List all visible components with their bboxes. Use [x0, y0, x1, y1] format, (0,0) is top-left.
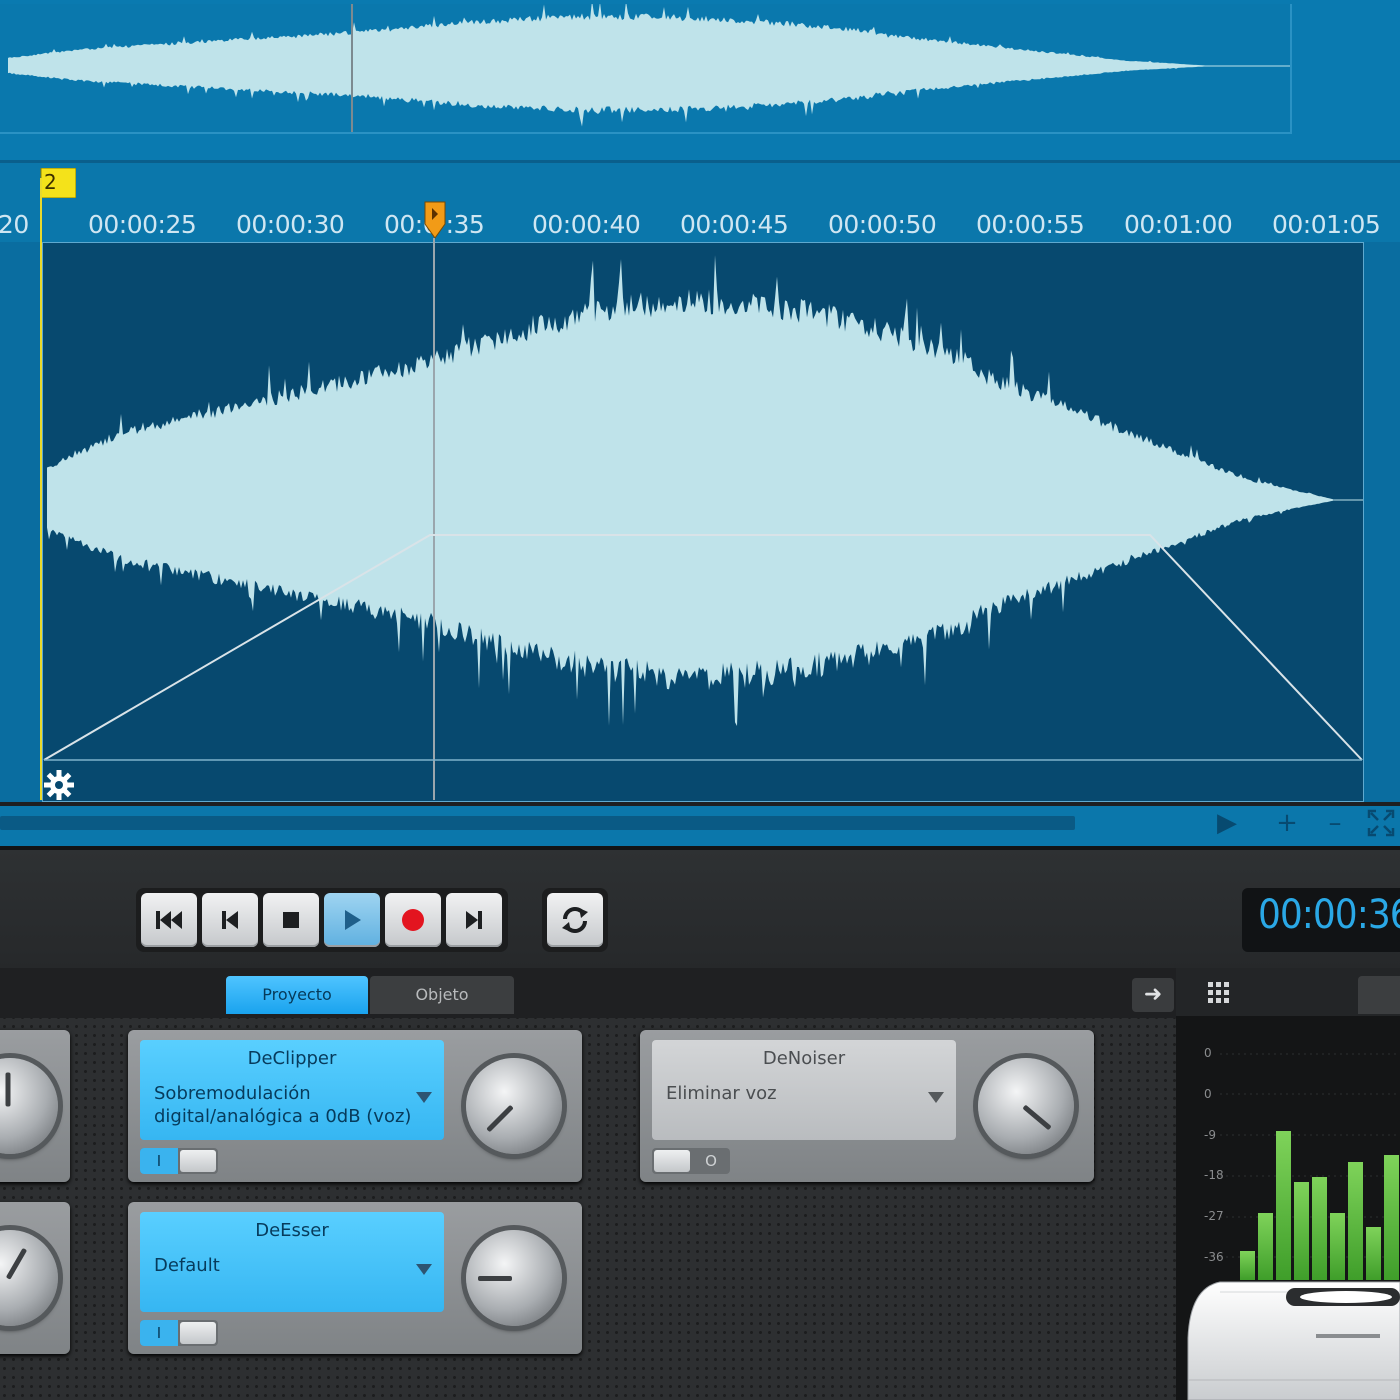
effect-declipper: DeClipper Sobremodulación digital/analóg…	[128, 1030, 582, 1182]
play-icon	[345, 910, 361, 930]
dropdown-arrow-icon	[416, 1264, 432, 1275]
meter-bar	[1276, 1131, 1291, 1280]
effect-preset: Eliminar voz	[666, 1083, 777, 1104]
tab-proyecto[interactable]: Proyecto	[226, 976, 368, 1014]
toggle-on-label: I	[140, 1320, 178, 1346]
meter-scale-label: -27	[1204, 1209, 1224, 1223]
meter-tab[interactable]	[1358, 976, 1400, 1014]
toggle-knob	[180, 1150, 216, 1172]
skip-to-start-button[interactable]	[141, 893, 197, 947]
meter-bar	[1330, 1213, 1345, 1280]
effect-slot-partial	[0, 1030, 70, 1182]
effect-deesser: DeEsser Default I	[128, 1202, 582, 1354]
play-preview-icon[interactable]: ▶	[1212, 808, 1242, 838]
meter-scale-label: -9	[1204, 1128, 1216, 1142]
effects-tab-bar	[0, 968, 1176, 1018]
effect-preset: Default	[154, 1255, 220, 1276]
effect-preset-selector[interactable]: DeClipper Sobremodulación digital/analóg…	[140, 1040, 444, 1140]
previous-marker-icon	[222, 911, 238, 929]
loop-icon	[562, 907, 588, 933]
stop-icon	[283, 912, 299, 928]
meter-scale-label: 0	[1204, 1046, 1212, 1060]
effect-knob[interactable]	[466, 1058, 562, 1154]
meter-bar	[1348, 1162, 1363, 1280]
effect-toggle[interactable]: O	[652, 1148, 730, 1174]
previous-marker-button[interactable]	[202, 893, 258, 947]
effect-toggle[interactable]: I	[140, 1148, 218, 1174]
skip-to-start-icon	[156, 911, 182, 929]
zoom-in-icon[interactable]: +	[1272, 808, 1302, 838]
toggle-off-label: O	[705, 1152, 717, 1170]
meter-scale-label: 0	[1204, 1087, 1212, 1101]
meter-bar	[1312, 1177, 1327, 1280]
fit-to-window-icon[interactable]	[1366, 808, 1396, 838]
effect-knob[interactable]	[0, 1230, 58, 1326]
toggle-on-label: I	[140, 1148, 178, 1174]
tab-objeto[interactable]: Objeto	[370, 976, 514, 1014]
effect-preset-selector[interactable]: DeNoiser Eliminar voz	[652, 1040, 956, 1140]
usb-device-image	[1187, 1281, 1400, 1400]
effect-title: DeClipper	[247, 1048, 337, 1069]
meter-bar	[1384, 1155, 1399, 1280]
effect-toggle[interactable]: I	[140, 1320, 218, 1346]
meter-bar	[1366, 1227, 1381, 1280]
meter-bar	[1258, 1213, 1273, 1280]
effect-title: DeNoiser	[762, 1048, 846, 1069]
horizontal-scrollbar-thumb[interactable]	[0, 816, 1075, 830]
meter-bar	[1240, 1251, 1255, 1280]
dropdown-arrow-icon	[416, 1092, 432, 1103]
record-icon	[402, 909, 424, 931]
effect-preset: Sobremodulación digital/analógica a 0dB …	[154, 1083, 412, 1127]
stop-button[interactable]	[263, 893, 319, 947]
effect-slot-partial	[0, 1202, 70, 1354]
gear-icon[interactable]	[42, 768, 76, 802]
meter-scale-label: -18	[1204, 1168, 1224, 1182]
grid-icon[interactable]	[1206, 980, 1232, 1006]
effect-preset-selector[interactable]: DeEsser Default	[140, 1212, 444, 1312]
effect-knob[interactable]	[466, 1230, 562, 1326]
effect-denoiser: DeNoiser Eliminar voz O	[640, 1030, 1094, 1182]
arrow-right-icon[interactable]: ➜	[1132, 978, 1174, 1012]
toggle-knob	[654, 1150, 690, 1172]
toggle-knob	[180, 1322, 216, 1344]
record-button[interactable]	[385, 893, 441, 947]
meter-scale-label: -36	[1204, 1250, 1224, 1264]
play-button[interactable]	[324, 893, 380, 947]
loop-button[interactable]	[547, 893, 603, 947]
meter-bar	[1294, 1182, 1309, 1280]
time-readout: 00:00:36	[1258, 892, 1400, 938]
volume-envelope[interactable]	[0, 0, 1400, 820]
zoom-out-icon[interactable]: –	[1320, 808, 1350, 838]
skip-to-end-button[interactable]	[446, 893, 502, 947]
skip-to-end-icon	[466, 911, 482, 929]
effect-knob[interactable]	[0, 1058, 58, 1154]
dropdown-arrow-icon	[928, 1092, 944, 1103]
effect-knob[interactable]	[978, 1058, 1074, 1154]
effect-title: DeEsser	[255, 1220, 329, 1241]
